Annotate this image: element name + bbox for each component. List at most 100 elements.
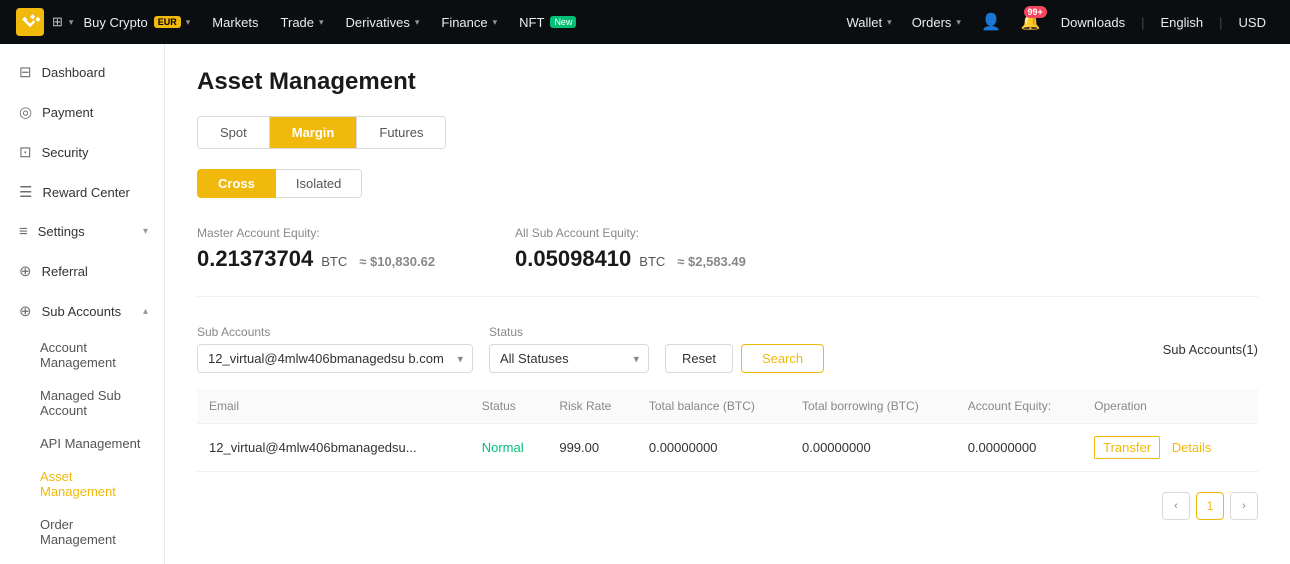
sidebar-sub-asset-management[interactable]: Asset Management bbox=[40, 460, 164, 508]
sub-accounts-count: Sub Accounts(1) bbox=[1163, 342, 1258, 357]
master-equity-usd: ≈ $10,830.62 bbox=[359, 254, 435, 269]
eur-badge: EUR bbox=[154, 16, 181, 28]
orders-chevron: ▾ bbox=[956, 17, 961, 28]
sub-accounts-chevron-icon: ▴ bbox=[143, 306, 148, 317]
finance-chevron: ▾ bbox=[493, 17, 498, 28]
dashboard-icon: ⊟ bbox=[19, 63, 32, 81]
sidebar-sub-transfer-history[interactable]: Transfer History bbox=[40, 556, 164, 564]
sub-equity-value: 0.05098410 BTC ≈ $2,583.49 bbox=[515, 246, 746, 272]
subtab-group: Cross Isolated bbox=[197, 169, 1258, 198]
topnav-markets[interactable]: Markets bbox=[202, 0, 268, 44]
status-select[interactable]: All Statuses bbox=[489, 344, 649, 373]
topnav-trade[interactable]: Trade ▾ bbox=[271, 0, 334, 44]
table-header: Email Status Risk Rate Total balance (BT… bbox=[197, 389, 1258, 424]
cell-total-balance: 0.00000000 bbox=[637, 424, 790, 472]
sidebar-item-settings[interactable]: ≡ Settings ▾ bbox=[0, 212, 164, 251]
sidebar-item-payment[interactable]: ◎ Payment bbox=[0, 92, 164, 132]
tab-futures[interactable]: Futures bbox=[357, 117, 445, 148]
col-account-equity: Account Equity: bbox=[956, 389, 1082, 424]
sub-accounts-filter: Sub Accounts 12_virtual@4mlw406bmanageds… bbox=[197, 325, 473, 373]
logo[interactable] bbox=[16, 8, 44, 36]
cell-email: 12_virtual@4mlw406bmanagedsu... bbox=[197, 424, 470, 472]
reset-button[interactable]: Reset bbox=[665, 344, 733, 373]
sidebar-item-dashboard[interactable]: ⊟ Dashboard bbox=[0, 52, 164, 92]
topnav-right: Wallet ▾ Orders ▾ 👤 🔔 99+ Downloads | En… bbox=[839, 0, 1274, 44]
sub-accounts-select[interactable]: 12_virtual@4mlw406bmanagedsu b.com bbox=[197, 344, 473, 373]
topnav-currency[interactable]: USD bbox=[1231, 0, 1274, 44]
topnav-buy-crypto[interactable]: Buy Crypto EUR ▾ bbox=[73, 0, 200, 44]
nft-new-badge: New bbox=[550, 16, 576, 28]
sidebar-item-reward-center[interactable]: ☰ Reward Center bbox=[0, 172, 164, 212]
col-risk-rate: Risk Rate bbox=[547, 389, 637, 424]
cell-total-borrowing: 0.00000000 bbox=[790, 424, 956, 472]
filter-btn-group: Reset Search bbox=[665, 344, 824, 373]
topnav-nft[interactable]: NFT New bbox=[509, 0, 586, 44]
trade-chevron: ▾ bbox=[319, 17, 324, 28]
pagination-next[interactable]: › bbox=[1230, 492, 1258, 520]
master-equity-unit: BTC bbox=[321, 254, 347, 269]
sub-accounts-filter-label: Sub Accounts bbox=[197, 325, 473, 339]
filter-row: Sub Accounts 12_virtual@4mlw406bmanageds… bbox=[197, 325, 1258, 373]
top-navigation: ⊞ ▾ Buy Crypto EUR ▾ Markets Trade ▾ Der… bbox=[0, 0, 1290, 44]
nav-divider: | bbox=[1141, 15, 1144, 30]
col-operation: Operation bbox=[1082, 389, 1258, 424]
security-icon: ⊡ bbox=[19, 143, 32, 161]
equity-section: Master Account Equity: 0.21373704 BTC ≈ … bbox=[197, 226, 1258, 297]
topnav-derivatives[interactable]: Derivatives ▾ bbox=[336, 0, 430, 44]
nav-divider2: | bbox=[1219, 15, 1222, 30]
sub-equity-usd: ≈ $2,583.49 bbox=[677, 254, 746, 269]
sub-equity: All Sub Account Equity: 0.05098410 BTC ≈… bbox=[515, 226, 746, 272]
payment-icon: ◎ bbox=[19, 103, 32, 121]
topnav-finance[interactable]: Finance ▾ bbox=[431, 0, 507, 44]
settings-chevron-icon: ▾ bbox=[143, 226, 148, 237]
status-filter-label: Status bbox=[489, 325, 649, 339]
topnav-notifications[interactable]: 🔔 99+ bbox=[1013, 0, 1049, 44]
pagination: ‹ 1 › bbox=[197, 492, 1258, 520]
page-title: Asset Management bbox=[197, 68, 1258, 96]
data-table: Email Status Risk Rate Total balance (BT… bbox=[197, 389, 1258, 472]
settings-icon: ≡ bbox=[19, 223, 28, 240]
main-content: Asset Management Spot Margin Futures Cro… bbox=[165, 44, 1290, 564]
cell-operation: Transfer Details bbox=[1082, 424, 1258, 472]
topnav-profile[interactable]: 👤 bbox=[973, 0, 1009, 44]
grid-icon[interactable]: ⊞ bbox=[52, 14, 63, 30]
master-equity-label: Master Account Equity: bbox=[197, 226, 435, 240]
sidebar-sub-account-management[interactable]: Account Management bbox=[40, 331, 164, 379]
col-status: Status bbox=[470, 389, 548, 424]
tab-spot[interactable]: Spot bbox=[198, 117, 270, 148]
pagination-prev[interactable]: ‹ bbox=[1162, 492, 1190, 520]
topnav-orders[interactable]: Orders ▾ bbox=[904, 0, 969, 44]
derivatives-chevron: ▾ bbox=[415, 17, 420, 28]
sidebar-sub-order-management[interactable]: Order Management bbox=[40, 508, 164, 556]
table-body: 12_virtual@4mlw406bmanagedsu... Normal 9… bbox=[197, 424, 1258, 472]
sidebar-sub-api-management[interactable]: API Management bbox=[40, 427, 164, 460]
grid-chevron-icon: ▾ bbox=[69, 17, 74, 28]
pagination-page-1[interactable]: 1 bbox=[1196, 492, 1224, 520]
details-link[interactable]: Details bbox=[1164, 437, 1220, 458]
cell-risk-rate: 999.00 bbox=[547, 424, 637, 472]
reward-icon: ☰ bbox=[19, 183, 32, 201]
cell-status: Normal bbox=[470, 424, 548, 472]
topnav-language[interactable]: English bbox=[1153, 0, 1212, 44]
search-button[interactable]: Search bbox=[741, 344, 824, 373]
col-total-balance: Total balance (BTC) bbox=[637, 389, 790, 424]
subtab-isolated[interactable]: Isolated bbox=[275, 169, 363, 198]
transfer-button[interactable]: Transfer bbox=[1094, 436, 1160, 459]
topnav-downloads[interactable]: Downloads bbox=[1053, 0, 1133, 44]
topnav-wallet[interactable]: Wallet ▾ bbox=[839, 0, 900, 44]
sidebar-item-sub-accounts[interactable]: ⊕ Sub Accounts ▴ bbox=[0, 291, 164, 331]
tab-margin[interactable]: Margin bbox=[270, 117, 358, 148]
cell-account-equity: 0.00000000 bbox=[956, 424, 1082, 472]
sidebar-sub-items: Account Management Managed Sub Account A… bbox=[0, 331, 164, 564]
sidebar-item-referral[interactable]: ⊕ Referral bbox=[0, 251, 164, 291]
sidebar-item-security[interactable]: ⊡ Security bbox=[0, 132, 164, 172]
table-row: 12_virtual@4mlw406bmanagedsu... Normal 9… bbox=[197, 424, 1258, 472]
status-select-wrapper: All Statuses bbox=[489, 344, 649, 373]
topnav-links: Buy Crypto EUR ▾ Markets Trade ▾ Derivat… bbox=[73, 0, 838, 44]
subtab-cross[interactable]: Cross bbox=[197, 169, 276, 198]
tab-group: Spot Margin Futures bbox=[197, 116, 446, 149]
col-total-borrowing: Total borrowing (BTC) bbox=[790, 389, 956, 424]
sidebar: ⊟ Dashboard ◎ Payment ⊡ Security ☰ Rewar… bbox=[0, 44, 165, 564]
sub-equity-unit: BTC bbox=[639, 254, 665, 269]
sidebar-sub-managed-sub-account[interactable]: Managed Sub Account bbox=[40, 379, 164, 427]
